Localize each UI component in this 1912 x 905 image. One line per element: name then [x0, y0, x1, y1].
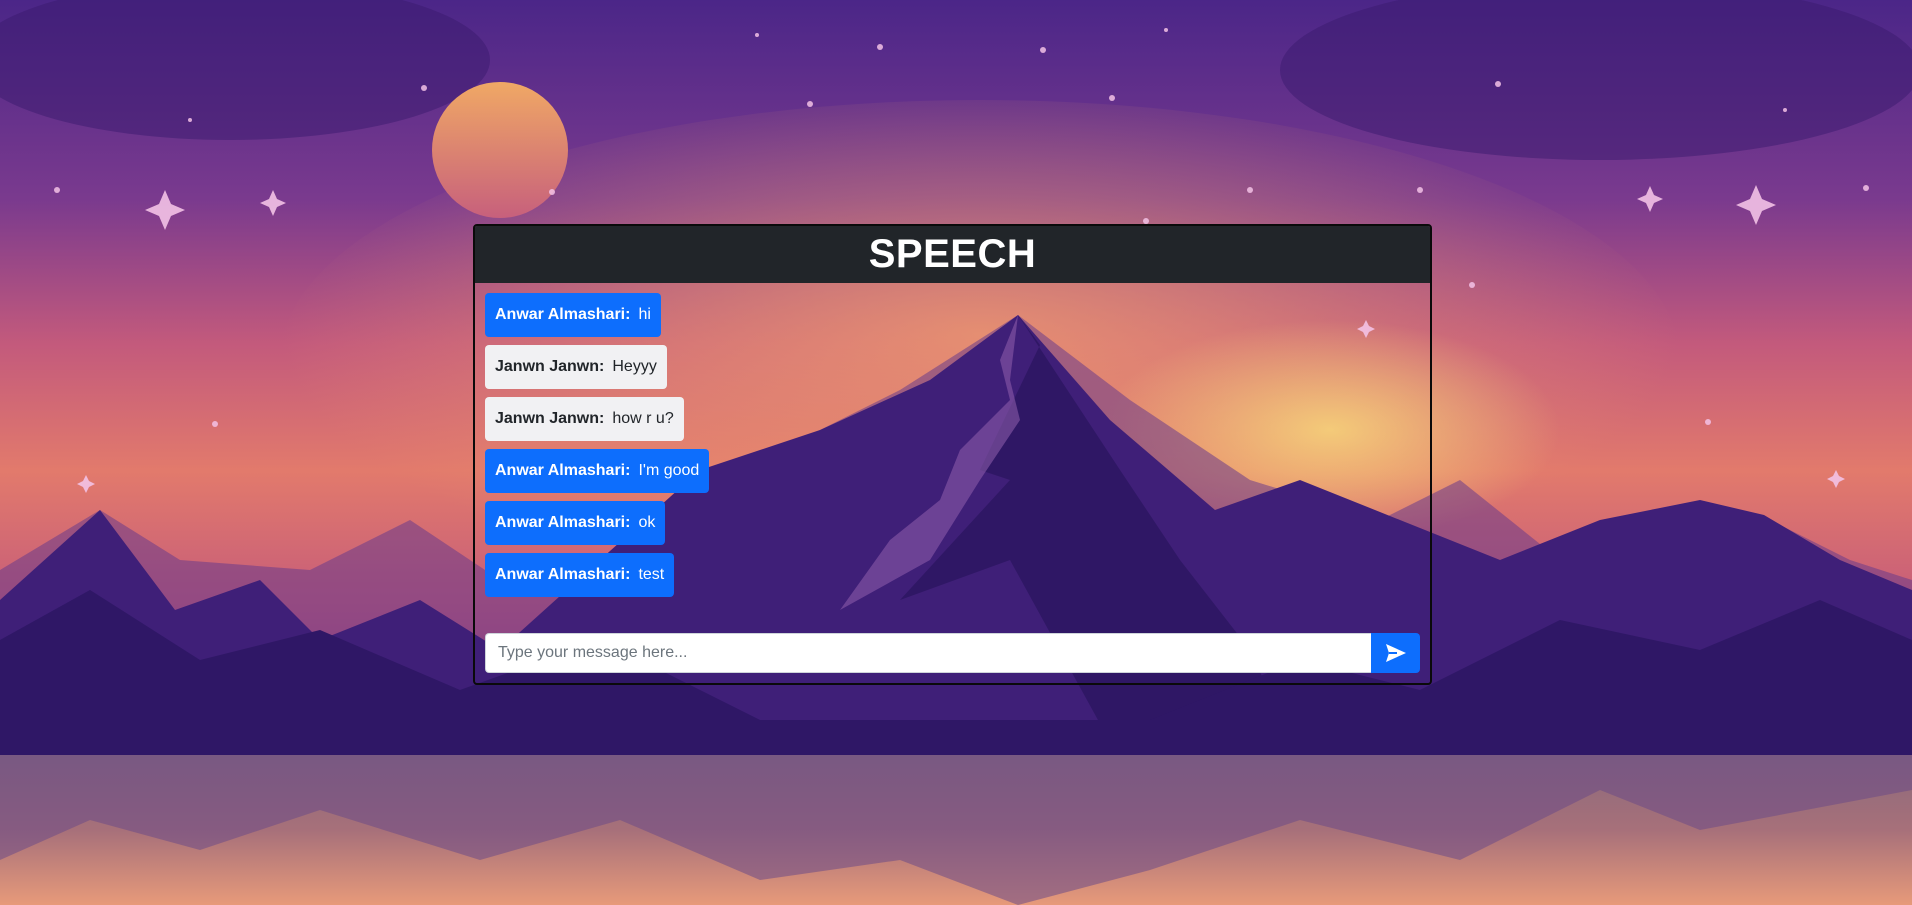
message-sender: Anwar Almashari: [495, 566, 631, 583]
send-button[interactable] [1371, 633, 1420, 673]
message-text: Heyyy [612, 358, 657, 375]
message-bubble: Janwn Janwn: Heyyy [485, 345, 667, 389]
message-bubble: Janwn Janwn: how r u? [485, 397, 684, 441]
message-input[interactable] [485, 633, 1371, 673]
message-text: hi [638, 306, 651, 323]
app-title: SPEECH [868, 232, 1037, 276]
send-icon [1385, 644, 1406, 662]
message-text: how r u? [612, 410, 674, 427]
message-bubble: Anwar Almashari: test [485, 553, 675, 597]
message-sender: Janwn Janwn: [495, 358, 605, 375]
message-sender: Anwar Almashari: [495, 514, 631, 531]
message-text: I'm good [638, 462, 700, 479]
message-composer [485, 633, 1420, 673]
message-bubble: Anwar Almashari: hi [485, 293, 661, 337]
chat-header: SPEECH [475, 226, 1430, 283]
message-text: test [638, 566, 665, 583]
message-text: ok [638, 514, 656, 531]
message-bubble: Anwar Almashari: I'm good [485, 449, 710, 493]
message-sender: Janwn Janwn: [495, 410, 605, 427]
message-sender: Anwar Almashari: [495, 462, 631, 479]
message-bubble: Anwar Almashari: ok [485, 501, 666, 545]
chat-window: SPEECH Anwar Almashari: hi Janwn Janwn: … [473, 224, 1432, 685]
message-list: Anwar Almashari: hi Janwn Janwn: Heyyy J… [485, 293, 710, 597]
message-sender: Anwar Almashari: [495, 306, 631, 323]
